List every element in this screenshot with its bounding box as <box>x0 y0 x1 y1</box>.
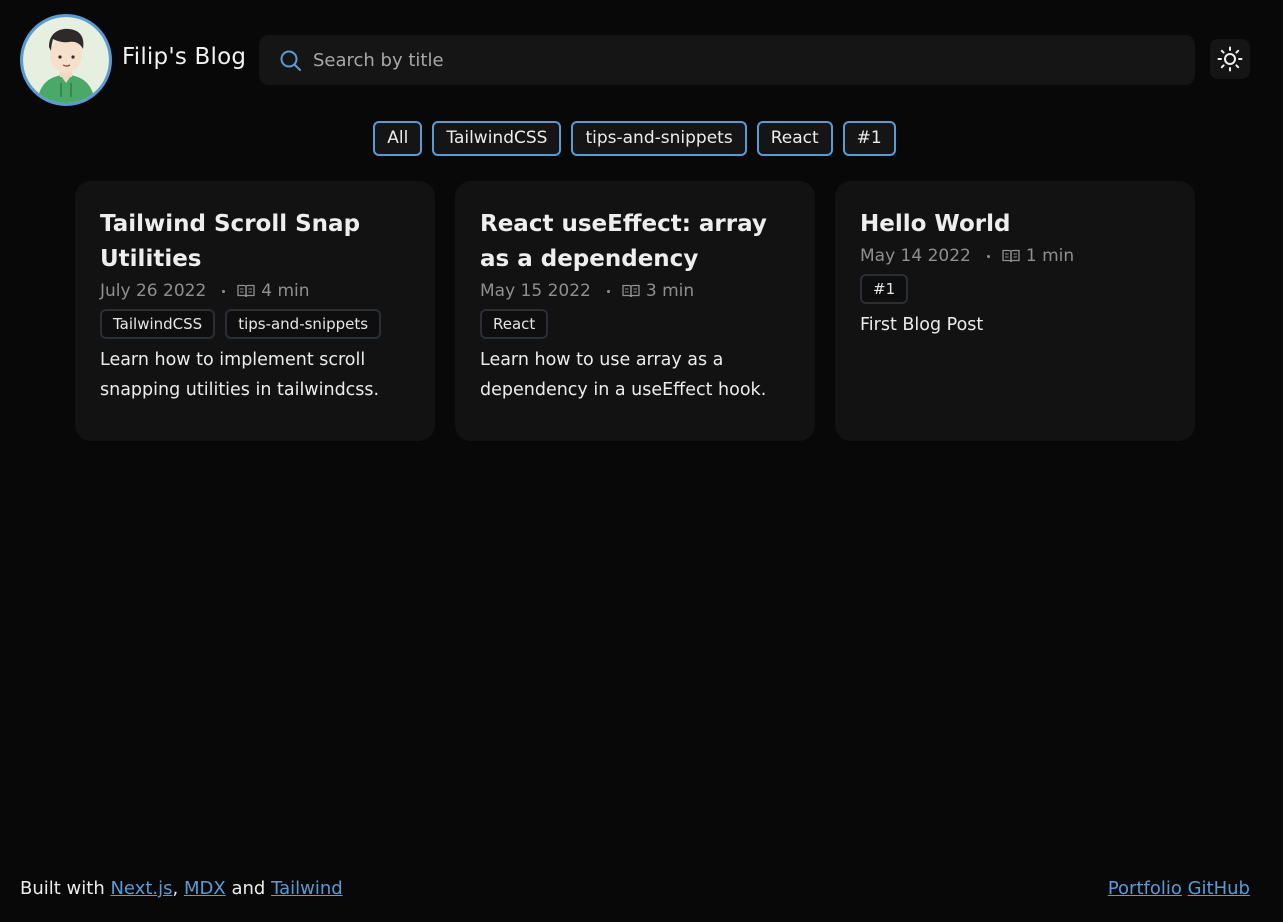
search-input[interactable] <box>311 35 1171 85</box>
post-meta: May 14 2022 1 min <box>860 246 1170 266</box>
post-tag[interactable]: tips-and-snippets <box>225 309 382 339</box>
post-date: May 14 2022 <box>860 246 971 266</box>
post-tags: React <box>480 309 790 339</box>
tag-filter-bar: All TailwindCSS tips-and-snippets React … <box>0 121 1283 156</box>
post-read-time: 3 min <box>645 281 695 301</box>
post-tag[interactable]: TailwindCSS <box>100 309 216 339</box>
post-meta: July 26 2022 4 min <box>100 281 410 301</box>
nextjs-link[interactable]: Next.js <box>110 878 172 899</box>
portfolio-link[interactable]: Portfolio <box>1108 878 1182 899</box>
post-description: First Blog Post <box>860 315 984 335</box>
theme-toggle-button[interactable] <box>1210 39 1250 79</box>
mdx-link[interactable]: MDX <box>184 878 226 899</box>
filter-chip-1[interactable]: #1 <box>842 121 896 156</box>
filter-chip-tips-and-snippets[interactable]: tips-and-snippets <box>571 121 747 156</box>
book-open-icon <box>237 284 255 298</box>
post-tag[interactable]: #1 <box>860 274 909 304</box>
filter-chip-all[interactable]: All <box>373 121 423 156</box>
post-date: July 26 2022 <box>100 281 207 301</box>
separator-dot <box>606 289 610 293</box>
avatar[interactable] <box>20 14 112 106</box>
post-title[interactable]: Hello World <box>860 207 1170 242</box>
post-read-time: 1 min <box>1025 246 1075 266</box>
post-meta: May 15 2022 3 min <box>480 281 790 301</box>
site-title[interactable]: Filip's Blog <box>122 44 246 70</box>
post-list: Tailwind Scroll Snap Utilities July 26 2… <box>75 181 1195 441</box>
site-header: Filip's Blog <box>20 14 1252 106</box>
post-card[interactable]: Tailwind Scroll Snap Utilities July 26 2… <box>75 181 435 441</box>
post-title[interactable]: Tailwind Scroll Snap Utilities <box>100 207 410 277</box>
sun-icon <box>1217 46 1243 72</box>
footer-comma: , <box>172 878 179 899</box>
search-icon <box>280 50 301 71</box>
footer-credits: Built with Next.js, MDX and Tailwind <box>20 878 343 899</box>
book-open-icon <box>1002 249 1020 263</box>
post-date: May 15 2022 <box>480 281 591 301</box>
footer-built-with: Built with <box>20 878 105 899</box>
post-description: Learn how to use array as a dependency i… <box>480 350 767 400</box>
separator-dot <box>986 254 990 258</box>
book-open-icon <box>622 284 640 298</box>
post-tags: #1 <box>860 274 1170 304</box>
footer-and: and <box>231 878 266 899</box>
post-title[interactable]: React useEffect: array as a dependency <box>480 207 790 277</box>
avatar-illustration <box>23 17 109 103</box>
footer-links: Portfolio GitHub <box>1108 878 1250 899</box>
post-card[interactable]: Hello World May 14 2022 1 min #1 First B… <box>835 181 1195 441</box>
post-tag[interactable]: React <box>480 309 549 339</box>
filter-chip-react[interactable]: React <box>756 121 833 156</box>
post-card[interactable]: React useEffect: array as a dependency M… <box>455 181 815 441</box>
post-tags: TailwindCSS tips-and-snippets <box>100 309 410 339</box>
post-description: Learn how to implement scroll snapping u… <box>100 350 380 400</box>
tailwind-link[interactable]: Tailwind <box>271 878 343 899</box>
search-bar[interactable] <box>259 35 1195 85</box>
post-read-time: 4 min <box>261 281 310 301</box>
separator-dot <box>222 289 226 293</box>
github-link[interactable]: GitHub <box>1188 878 1250 899</box>
filter-chip-tailwindcss[interactable]: TailwindCSS <box>432 121 562 156</box>
